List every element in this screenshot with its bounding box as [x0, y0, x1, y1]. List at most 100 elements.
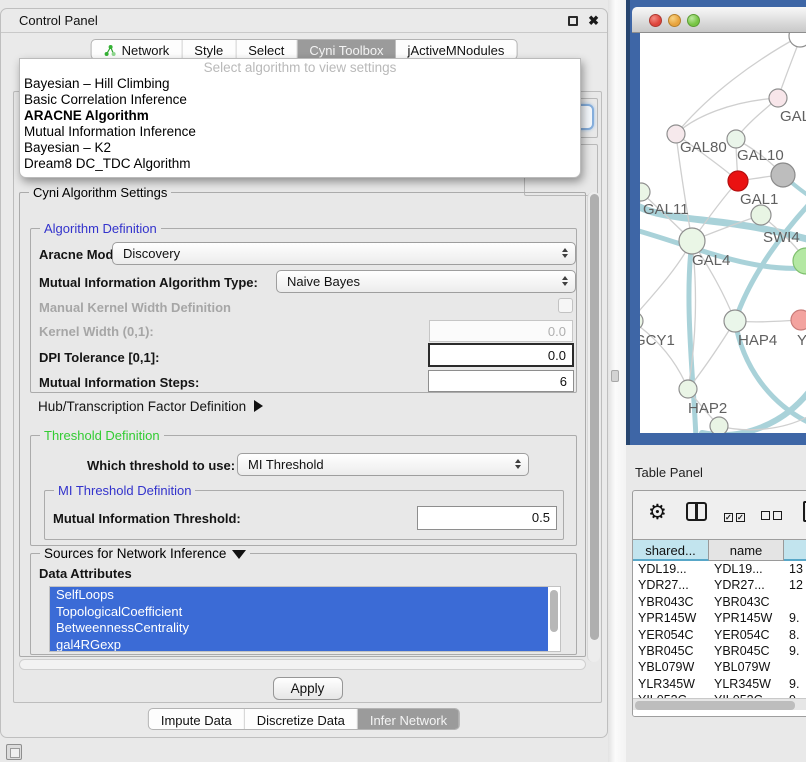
table-cell[interactable]: YDL19... [633, 561, 709, 577]
table-cell[interactable]: YBL079W [633, 659, 709, 675]
table-cell[interactable]: YLR345W [633, 676, 709, 692]
chevron-right-icon [254, 400, 263, 412]
network-node[interactable] [771, 163, 795, 187]
tab-cyni-toolbox[interactable]: Cyni Toolbox [297, 40, 395, 59]
panel-splitter[interactable] [608, 0, 626, 762]
table-cell[interactable]: YPR145W [709, 610, 784, 626]
table-row[interactable]: YBR043CYBR043C [633, 594, 806, 610]
close-icon[interactable]: ✖ [588, 13, 599, 29]
table-row[interactable]: YBR045CYBR045C9. [633, 643, 806, 659]
table-cell[interactable]: YER054C [709, 627, 784, 643]
tab-impute-data[interactable]: Impute Data [149, 709, 245, 729]
network-node[interactable] [769, 89, 787, 107]
column-header-shared-name[interactable]: shared... [633, 540, 709, 561]
table-cell[interactable]: YER054C [633, 627, 709, 643]
table-cell[interactable]: 12 [784, 577, 806, 593]
data-attribute-item[interactable]: BetweennessCentrality [50, 620, 548, 637]
column-header-name[interactable]: name [709, 540, 784, 561]
network-node[interactable] [679, 380, 697, 398]
table-cell[interactable]: YLR345W [709, 676, 784, 692]
table-cell[interactable]: YDR27... [709, 577, 784, 593]
table-cell[interactable] [784, 594, 806, 610]
manual-kernel-width-label: Manual Kernel Width Definition [39, 300, 231, 315]
table-row[interactable]: YLR345WYLR345W9. [633, 676, 806, 692]
which-threshold-select[interactable]: MI Threshold [237, 453, 529, 476]
data-attribute-item[interactable]: gal4RGexp [50, 637, 548, 653]
table-row[interactable]: YER054CYER054C8. [633, 627, 806, 643]
table-row[interactable]: YBL079WYBL079W [633, 659, 806, 675]
apply-button[interactable]: Apply [273, 677, 343, 700]
splitter-handle-icon[interactable] [611, 370, 619, 382]
data-attribute-item[interactable]: TopologicalCoefficient [50, 604, 548, 621]
table-cell[interactable]: YPR145W [633, 610, 709, 626]
tab-infer-network[interactable]: Infer Network [358, 709, 459, 729]
tab-network[interactable]: Network [92, 40, 183, 59]
hub-section-toggle[interactable]: Hub/Transcription Factor Definition [38, 399, 263, 414]
table-cell[interactable]: YBR043C [633, 594, 709, 610]
node-label: GAL80 [680, 139, 727, 156]
list-scrollbar[interactable] [548, 588, 559, 652]
algorithm-option[interactable]: ARACNE Algorithm [20, 108, 580, 124]
tab-jactivemnodules[interactable]: jActiveMNodules [396, 40, 517, 59]
tab-select[interactable]: Select [236, 40, 297, 59]
network-node[interactable] [791, 310, 806, 330]
sources-toggle[interactable]: Sources for Network Inference [40, 546, 250, 561]
float-window-icon[interactable] [568, 16, 578, 26]
network-node[interactable] [724, 310, 746, 332]
network-window-titlebar[interactable] [632, 7, 806, 33]
scrollbar-thumb[interactable] [635, 701, 795, 710]
table-cell[interactable]: 9. [784, 610, 806, 626]
settings-vertical-scrollbar[interactable] [587, 192, 600, 662]
table-row[interactable]: YPR145WYPR145W9. [633, 610, 806, 626]
kernel-width-field[interactable]: 0.0 [429, 320, 573, 342]
dpi-tolerance-field[interactable]: 0.0 [428, 343, 574, 367]
tab-discretize-data[interactable]: Discretize Data [245, 709, 358, 729]
manual-kernel-width-checkbox[interactable] [558, 298, 573, 313]
table-cell[interactable]: 13 [784, 561, 806, 577]
algorithm-option[interactable]: Basic Correlation Inference [20, 92, 580, 108]
data-attributes-list[interactable]: SelfLoopsTopologicalCoefficientBetweenne… [49, 586, 561, 652]
minimize-traffic-light-icon[interactable] [668, 14, 681, 27]
algorithm-option[interactable]: Bayesian – Hill Climbing [20, 76, 580, 92]
table-cell[interactable]: YBR043C [709, 594, 784, 610]
mi-steps-field[interactable]: 6 [428, 370, 574, 392]
settings-horizontal-scrollbar[interactable] [19, 659, 586, 670]
table-cell[interactable]: YBR045C [709, 643, 784, 659]
network-node[interactable] [727, 130, 745, 148]
table-row[interactable]: YDR27...YDR27...12 [633, 577, 806, 593]
select-all-icon[interactable]: ✓✓ [724, 507, 748, 525]
split-columns-icon[interactable] [686, 502, 707, 521]
scrollbar-thumb[interactable] [550, 590, 558, 632]
network-node[interactable] [789, 33, 806, 47]
deselect-all-icon[interactable] [761, 507, 785, 525]
scrollbar-thumb[interactable] [590, 194, 599, 640]
algorithm-option[interactable]: Dream8 DC_TDC Algorithm [20, 156, 580, 172]
mi-algorithm-type-select[interactable]: Naive Bayes [276, 270, 576, 293]
data-attribute-item[interactable]: SelfLoops [50, 587, 548, 604]
table-cell[interactable]: 9. [784, 676, 806, 692]
table-cell[interactable]: YDL19... [709, 561, 784, 577]
mi-threshold-field[interactable]: 0.5 [417, 506, 557, 530]
table-cell[interactable]: 9. [784, 643, 806, 659]
table-horizontal-scrollbar[interactable] [633, 698, 806, 710]
table-cell[interactable]: YBL079W [709, 659, 784, 675]
network-node[interactable] [751, 205, 771, 225]
mini-panel-icon[interactable] [6, 744, 22, 760]
table-cell[interactable]: YBR045C [633, 643, 709, 659]
algorithm-option[interactable]: Mutual Information Inference [20, 124, 580, 140]
table-row[interactable]: YDL19...YDL19...13 [633, 561, 806, 577]
network-node[interactable] [728, 171, 748, 191]
table-cell[interactable]: 8. [784, 627, 806, 643]
gear-icon[interactable]: ⚙ [648, 500, 667, 525]
aracne-mode-select[interactable]: Discovery [112, 242, 576, 265]
table-cell[interactable]: YDR27... [633, 577, 709, 593]
network-node[interactable] [679, 228, 705, 254]
network-canvas[interactable]: GAL8GAL80GAL10GAL1GAL11SWI4GAL4GCY1HAP4Y… [640, 33, 806, 433]
network-node[interactable] [710, 417, 728, 433]
column-header-cut[interactable] [784, 540, 806, 561]
zoom-traffic-light-icon[interactable] [687, 14, 700, 27]
table-cell[interactable] [784, 659, 806, 675]
tab-style[interactable]: Style [182, 40, 236, 59]
close-traffic-light-icon[interactable] [649, 14, 662, 27]
algorithm-option[interactable]: Bayesian – K2 [20, 140, 580, 156]
